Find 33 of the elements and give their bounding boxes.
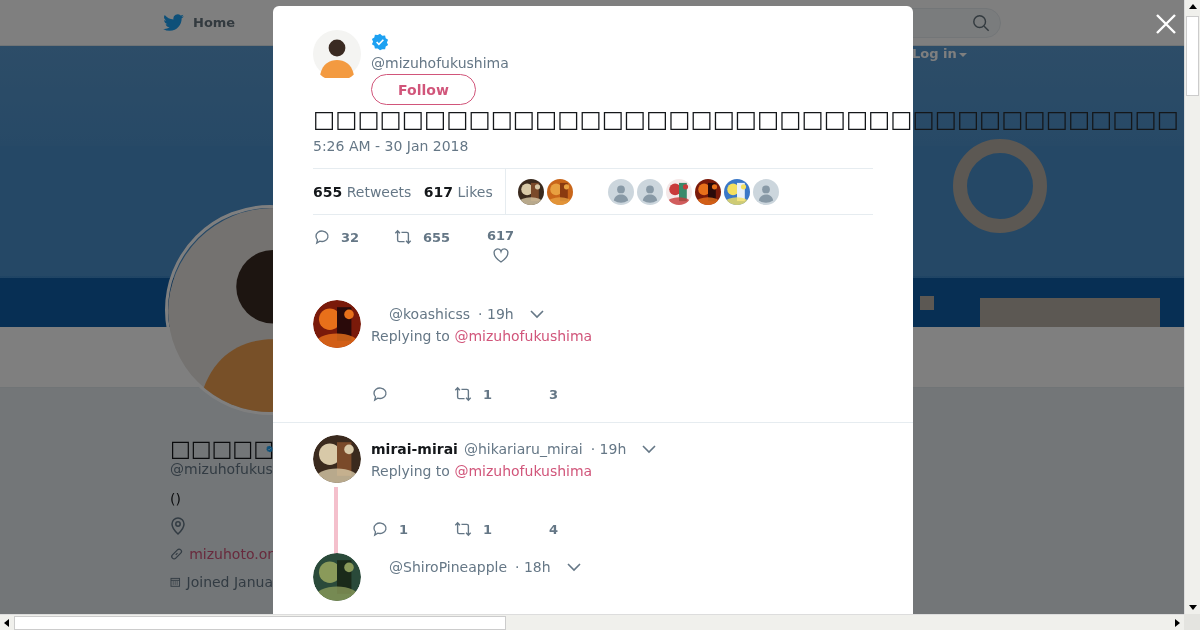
chevron-down-icon[interactable] [642,444,657,454]
mention-link[interactable]: @mizuhofukushima [454,463,593,479]
timestamp[interactable]: · 18h [515,559,551,575]
replying-label: Replying to [371,328,450,344]
scrollbar-thumb[interactable] [14,615,506,630]
display-name: mirai-mirai [371,441,458,457]
count: 1 [483,386,493,402]
count: 1 [483,521,493,537]
vertical-scrollbar[interactable] [1184,0,1200,614]
profile-handle: @mizuhofukus [170,461,273,477]
mention-link[interactable]: @mizuhofukushima [454,328,593,344]
reply-icon[interactable] [371,385,389,403]
scrollbar-corner [1184,614,1200,630]
reply-icon[interactable] [371,520,389,538]
home-link[interactable]: Home [193,15,236,30]
location-icon [170,517,186,535]
user-handle[interactable]: @hikariaru_mirai [463,441,583,457]
chevron-down-icon[interactable] [566,562,581,572]
user-handle[interactable]: @ShiroPineapple [389,559,508,575]
retweet-icon[interactable] [453,385,473,403]
joined-date: Joined Janua [186,574,273,590]
like-count[interactable]: 4 [549,521,559,537]
like-count[interactable]: 3 [549,386,559,402]
count: 1 [399,521,409,537]
profile-bio: () [170,491,182,507]
timestamp[interactable]: · 19h [590,441,627,457]
horizontal-scrollbar[interactable] [0,614,1184,630]
retweet-icon[interactable] [453,520,473,538]
replying-label: Replying to [371,463,450,479]
profile-name: □□□□□ [170,436,274,461]
scrollbar-thumb[interactable] [1186,16,1199,96]
search-icon[interactable] [972,13,990,32]
link-icon [170,546,184,562]
